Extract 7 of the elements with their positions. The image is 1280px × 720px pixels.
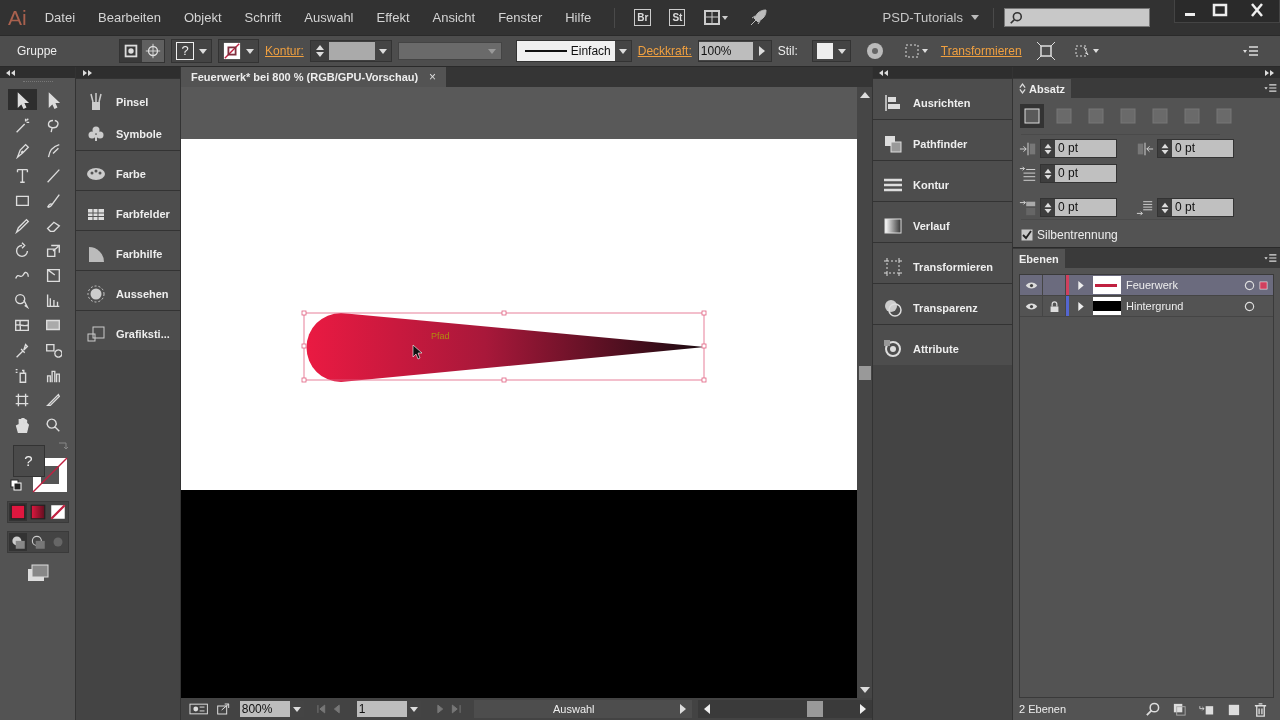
selection-type-label: Gruppe bbox=[17, 44, 58, 58]
layer-count: 2 Ebenen bbox=[1019, 703, 1067, 715]
layer-name: Hintergrund bbox=[1126, 300, 1185, 312]
app-logo: Ai bbox=[8, 5, 27, 30]
style-label: Stil: bbox=[777, 44, 798, 58]
path-hint-label: Pfad bbox=[431, 331, 450, 341]
layer-name: Feuerwerk bbox=[1126, 279, 1179, 291]
